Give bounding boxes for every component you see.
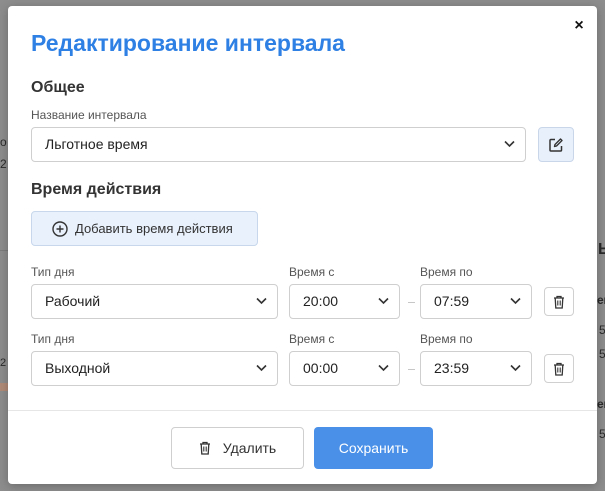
add-validity-time-button[interactable]: Добавить время действия — [31, 211, 258, 246]
time-range-separator — [408, 302, 415, 303]
time-to-value: 07:59 — [434, 293, 470, 309]
edit-interval-button[interactable] — [538, 127, 574, 162]
chevron-down-icon — [256, 297, 267, 305]
plus-circle-icon — [52, 220, 68, 237]
close-button[interactable]: × — [571, 17, 587, 35]
time-from-select[interactable]: 20:00 — [289, 284, 400, 319]
day-type-label: Тип дня — [31, 332, 75, 346]
background-text: 5 — [599, 323, 605, 337]
time-from-select[interactable]: 00:00 — [289, 351, 400, 386]
time-to-label: Время по — [420, 332, 473, 346]
day-type-label: Тип дня — [31, 265, 75, 279]
edit-icon — [549, 137, 563, 152]
close-icon: × — [574, 17, 584, 34]
day-type-select[interactable]: Рабочий — [31, 284, 278, 319]
footer-divider — [8, 410, 597, 411]
day-type-select[interactable]: Выходной — [31, 351, 278, 386]
delete-row-button[interactable] — [544, 287, 574, 316]
trash-icon — [199, 441, 210, 455]
interval-name-value: Льготное время — [45, 136, 148, 152]
interval-name-label: Название интервала — [31, 108, 147, 122]
background-text: о — [0, 135, 7, 149]
chevron-down-icon — [510, 364, 521, 372]
time-to-select[interactable]: 07:59 — [420, 284, 532, 319]
time-to-label: Время по — [420, 265, 473, 279]
add-validity-time-label: Добавить время действия — [75, 221, 233, 236]
background-text: 5 — [599, 347, 605, 361]
time-from-label: Время с — [289, 265, 335, 279]
background-text: 2 — [0, 357, 7, 369]
delete-row-button[interactable] — [544, 354, 574, 383]
delete-button[interactable]: Удалить — [171, 427, 304, 469]
background-text: ем — [597, 293, 605, 307]
trash-icon — [554, 295, 564, 309]
save-button[interactable]: Сохранить — [314, 427, 433, 469]
chevron-down-icon — [510, 297, 521, 305]
dialog-title: Редактирование интервала — [31, 30, 345, 56]
chevron-down-icon — [378, 364, 389, 372]
time-from-label: Время с — [289, 332, 335, 346]
validity-heading: Время действия — [31, 181, 162, 198]
day-type-value: Рабочий — [45, 293, 101, 309]
time-to-value: 23:59 — [434, 360, 470, 376]
time-to-select[interactable]: 23:59 — [420, 351, 532, 386]
background-text: 5 — [599, 427, 605, 441]
trash-icon — [554, 362, 564, 376]
background-divider — [0, 250, 8, 251]
interval-name-select[interactable]: Льготное время — [31, 127, 526, 162]
background-text: Ь — [598, 241, 605, 258]
edit-interval-dialog: × Редактирование интервала Общее Названи… — [8, 6, 597, 484]
day-type-value: Выходной — [45, 360, 111, 376]
background-text: 2 — [0, 157, 7, 171]
chevron-down-icon — [504, 140, 515, 148]
time-from-value: 00:00 — [303, 360, 339, 376]
delete-button-label: Удалить — [222, 440, 277, 456]
save-button-label: Сохранить — [338, 440, 409, 456]
time-from-value: 20:00 — [303, 293, 339, 309]
chevron-down-icon — [378, 297, 389, 305]
general-heading: Общее — [31, 79, 85, 96]
time-range-separator — [408, 369, 415, 370]
background-divider — [0, 383, 8, 391]
chevron-down-icon — [256, 364, 267, 372]
background-text: ем — [597, 397, 605, 411]
